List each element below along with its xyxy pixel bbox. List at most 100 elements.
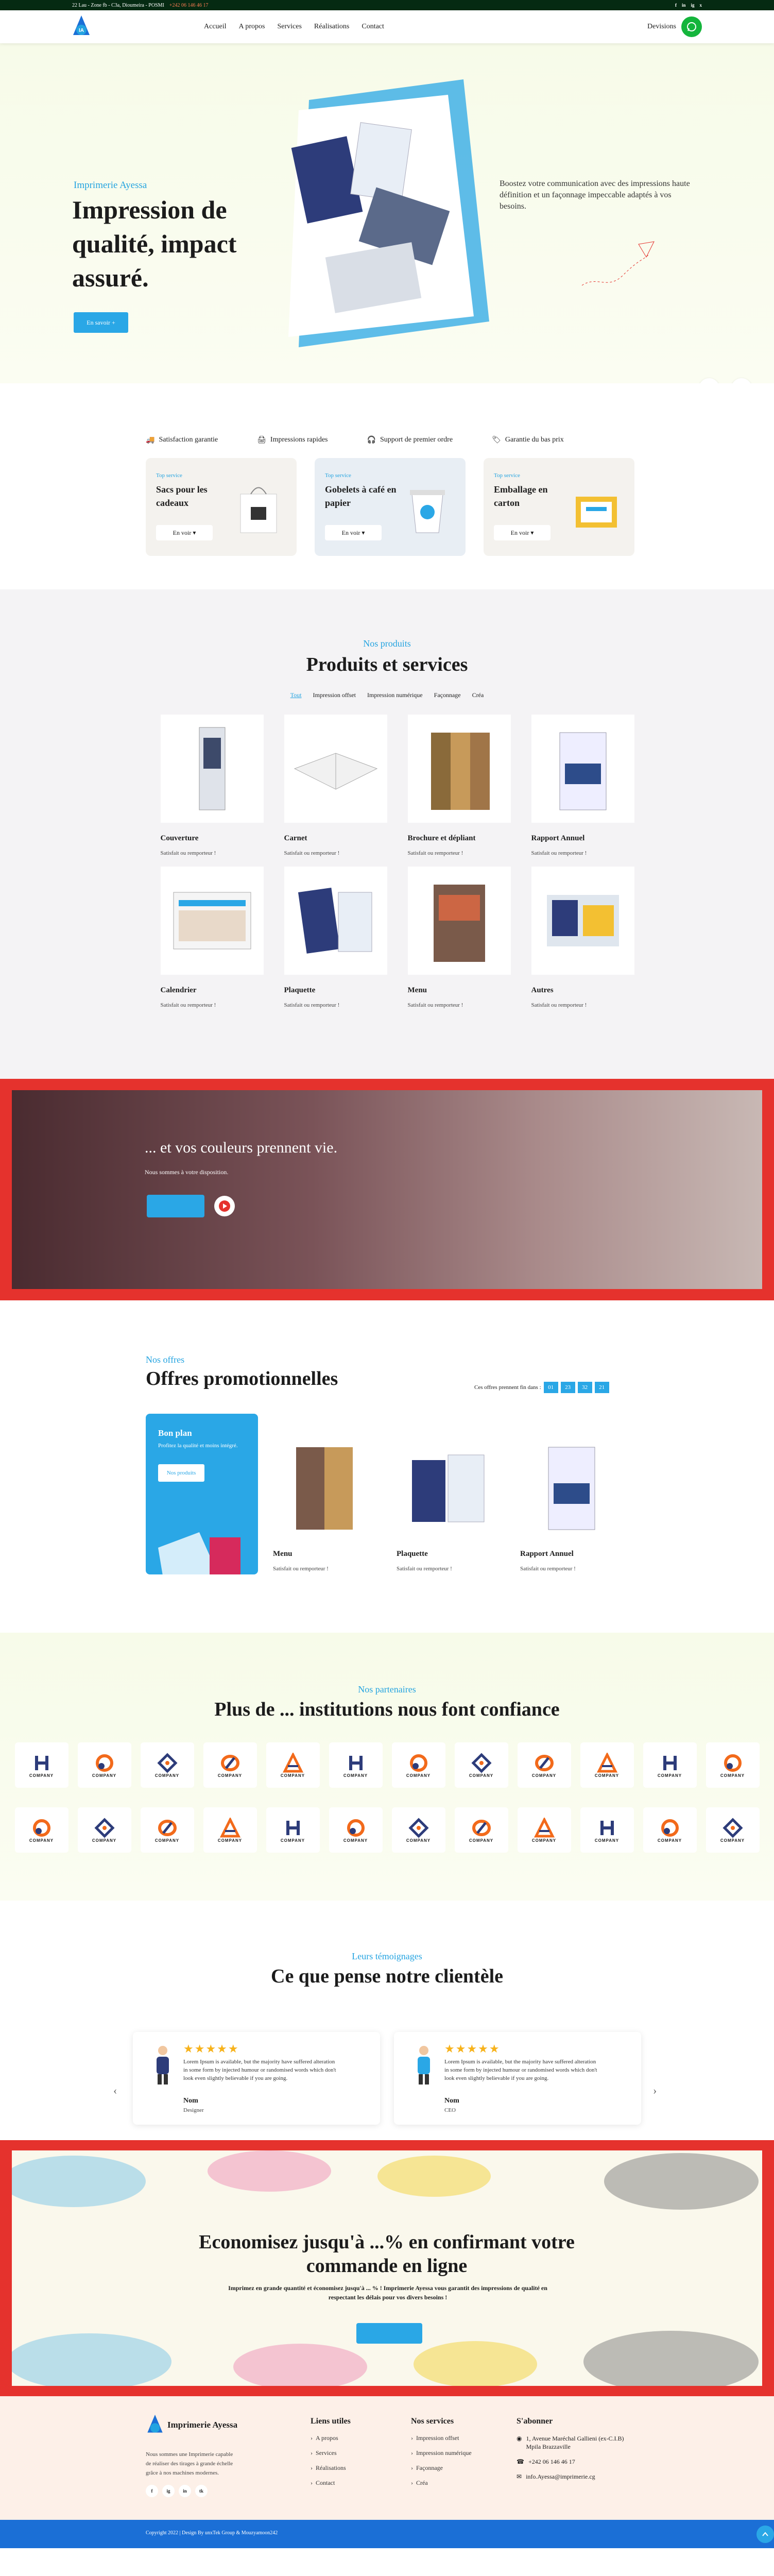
service-card: Top service Gobelets à café en papier En… bbox=[315, 458, 466, 556]
facebook-icon[interactable]: f bbox=[675, 3, 677, 8]
paper-plane-doodle bbox=[581, 241, 655, 286]
person-avatar bbox=[157, 2046, 169, 2084]
service-see-button[interactable]: En voir ▾ bbox=[494, 525, 551, 540]
offer-sub: Satisfait ou remporteur ! bbox=[520, 1566, 576, 1572]
footer-email[interactable]: info.Ayessa@imprimerie.cg bbox=[526, 2473, 595, 2481]
product-image bbox=[407, 867, 511, 975]
quote-label[interactable]: Devisions bbox=[647, 23, 676, 31]
promo-button[interactable]: Nos produits bbox=[158, 1464, 204, 1482]
footer-phone[interactable]: +242 06 146 46 17 bbox=[528, 2458, 575, 2466]
product-card[interactable]: Calendrier Satisfait ou remporteur ! bbox=[160, 867, 264, 1008]
nav-realisations[interactable]: Réalisations bbox=[314, 23, 349, 31]
nav-accueil[interactable]: Accueil bbox=[204, 23, 227, 31]
scroll-top-button[interactable] bbox=[756, 2526, 774, 2543]
service-tag: Top service bbox=[156, 472, 182, 479]
hero-cta-button[interactable]: En savoir + bbox=[74, 312, 128, 333]
footer-link[interactable]: Réalisations bbox=[311, 2464, 351, 2472]
whatsapp-icon[interactable] bbox=[681, 16, 702, 37]
offer-card[interactable]: Plaquette Satisfait ou remporteur ! bbox=[397, 1429, 500, 1572]
partner-logo: COMPANY bbox=[203, 1807, 257, 1853]
product-sub: Satisfait ou remporteur ! bbox=[160, 1002, 216, 1008]
hero-prev-button[interactable]: ← bbox=[699, 378, 719, 383]
partner-logo-label: COMPANY bbox=[280, 1838, 305, 1843]
testimonial-next-button[interactable]: › bbox=[653, 2084, 657, 2097]
linkedin-icon[interactable]: in bbox=[179, 2485, 191, 2497]
product-image bbox=[284, 867, 387, 975]
testimonial-prev-button[interactable]: ‹ bbox=[113, 2084, 117, 2097]
nav-services[interactable]: Services bbox=[277, 23, 301, 31]
footer-links-title: Liens utiles bbox=[311, 2417, 351, 2426]
footer-service-link[interactable]: Façonnage bbox=[411, 2464, 472, 2472]
feature-support: 🎧 Support de premier ordre bbox=[367, 422, 453, 458]
footer-about: Nous sommes une Imprimerie capable de ré… bbox=[146, 2451, 233, 2476]
footer-service-link[interactable]: Impression numérique bbox=[411, 2449, 472, 2457]
offer-name: Menu bbox=[273, 1550, 293, 1558]
service-title: Gobelets à café en papier bbox=[325, 484, 397, 508]
instagram-icon[interactable]: ig bbox=[691, 3, 694, 8]
product-card[interactable]: Carnet Satisfait ou remporteur ! bbox=[284, 715, 387, 856]
offer-card[interactable]: Rapport Annuel Satisfait ou remporteur ! bbox=[520, 1429, 623, 1572]
testimonial-role: Designer bbox=[183, 2107, 204, 2113]
footer-link[interactable]: Contact bbox=[311, 2479, 351, 2487]
top-bar: 22 Lau - Zone fb - C3a, Dioumeira - POSM… bbox=[0, 0, 774, 10]
logo[interactable]: IA bbox=[72, 14, 91, 39]
product-card[interactable]: Plaquette Satisfait ou remporteur ! bbox=[284, 867, 387, 1008]
cta-button[interactable] bbox=[356, 2323, 422, 2344]
facebook-icon[interactable]: f bbox=[146, 2485, 158, 2497]
nav-contact[interactable]: Contact bbox=[362, 23, 384, 31]
instagram-icon[interactable]: ig bbox=[162, 2485, 175, 2497]
banner-button[interactable] bbox=[147, 1195, 204, 1217]
logo[interactable] bbox=[146, 2414, 164, 2436]
tab-faconnage[interactable]: Façonnage bbox=[434, 691, 461, 699]
partner-logo-label: COMPANY bbox=[217, 1838, 243, 1843]
partner-logo-label: COMPANY bbox=[92, 1773, 117, 1778]
nav-a-propos[interactable]: A propos bbox=[239, 23, 265, 31]
product-card[interactable]: Autres Satisfait ou remporteur ! bbox=[531, 867, 634, 1008]
service-title: Sacs pour les cadeaux bbox=[156, 484, 208, 508]
address-text: 22 Lau - Zone fb - C3a, Dioumeira - POSM… bbox=[72, 2, 164, 8]
product-sub: Satisfait ou remporteur ! bbox=[531, 1002, 587, 1008]
coffee-cup-image bbox=[410, 490, 445, 533]
play-icon[interactable] bbox=[214, 1196, 235, 1216]
product-card[interactable]: Couverture Satisfait ou remporteur ! bbox=[160, 715, 264, 856]
copyright-bar: Copyright 2022 | Design By unxTek Group … bbox=[0, 2520, 774, 2548]
footer-link[interactable]: A propos bbox=[311, 2434, 351, 2442]
product-tabs: Tout Impression offset Impression numéri… bbox=[0, 691, 774, 699]
partner-logo-label: COMPANY bbox=[406, 1838, 431, 1843]
x-icon[interactable]: x bbox=[700, 3, 702, 8]
testimonials-title: Ce que pense notre clientèle bbox=[271, 1965, 503, 1987]
linkedin-icon[interactable]: in bbox=[682, 3, 686, 8]
product-card[interactable]: Rapport Annuel Satisfait ou remporteur ! bbox=[531, 715, 634, 856]
location-icon: ◉ bbox=[517, 2435, 522, 2442]
hero-next-button[interactable]: → bbox=[731, 378, 752, 383]
product-name: Plaquette bbox=[284, 986, 316, 994]
testimonial-name: Nom bbox=[444, 2097, 459, 2105]
product-card[interactable]: Brochure et dépliant Satisfait ou remport… bbox=[407, 715, 511, 856]
tiktok-icon[interactable]: tk bbox=[195, 2485, 208, 2497]
footer-service-link[interactable]: Impression offset bbox=[411, 2434, 472, 2442]
service-see-button[interactable]: En voir ▾ bbox=[156, 525, 213, 540]
offer-sub: Satisfait ou remporteur ! bbox=[273, 1566, 329, 1572]
partner-logo-label: COMPANY bbox=[280, 1773, 305, 1778]
product-image bbox=[160, 715, 264, 823]
main-nav: Accueil A propos Services Réalisations C… bbox=[204, 23, 384, 31]
site-footer: Imprimerie Ayessa Nous sommes une Imprim… bbox=[0, 2396, 774, 2548]
partner-logo-label: COMPANY bbox=[469, 1838, 494, 1843]
partner-logo-label: COMPANY bbox=[154, 1773, 180, 1778]
offers-title: Offres promotionnelles bbox=[146, 1368, 338, 1389]
countdown-days: 01 bbox=[543, 1382, 558, 1393]
phone-text[interactable]: +242 06 146 46 17 bbox=[169, 3, 209, 8]
partner-logo: COMPANY bbox=[580, 1742, 634, 1788]
footer-link[interactable]: Services bbox=[311, 2449, 351, 2457]
tab-numerique[interactable]: Impression numérique bbox=[367, 691, 423, 699]
tab-tout[interactable]: Tout bbox=[290, 691, 302, 699]
offer-card[interactable]: Menu Satisfait ou remporteur ! bbox=[273, 1429, 376, 1572]
tab-offset[interactable]: Impression offset bbox=[313, 691, 356, 699]
service-see-button[interactable]: En voir ▾ bbox=[325, 525, 382, 540]
footer-service-link[interactable]: Créa bbox=[411, 2479, 472, 2487]
partner-logo-label: COMPANY bbox=[29, 1838, 54, 1843]
tab-crea[interactable]: Créa bbox=[472, 691, 484, 699]
products-title: Produits et services bbox=[306, 654, 468, 675]
product-card[interactable]: Menu Satisfait ou remporteur ! bbox=[407, 867, 511, 1008]
offer-image bbox=[520, 1429, 623, 1548]
